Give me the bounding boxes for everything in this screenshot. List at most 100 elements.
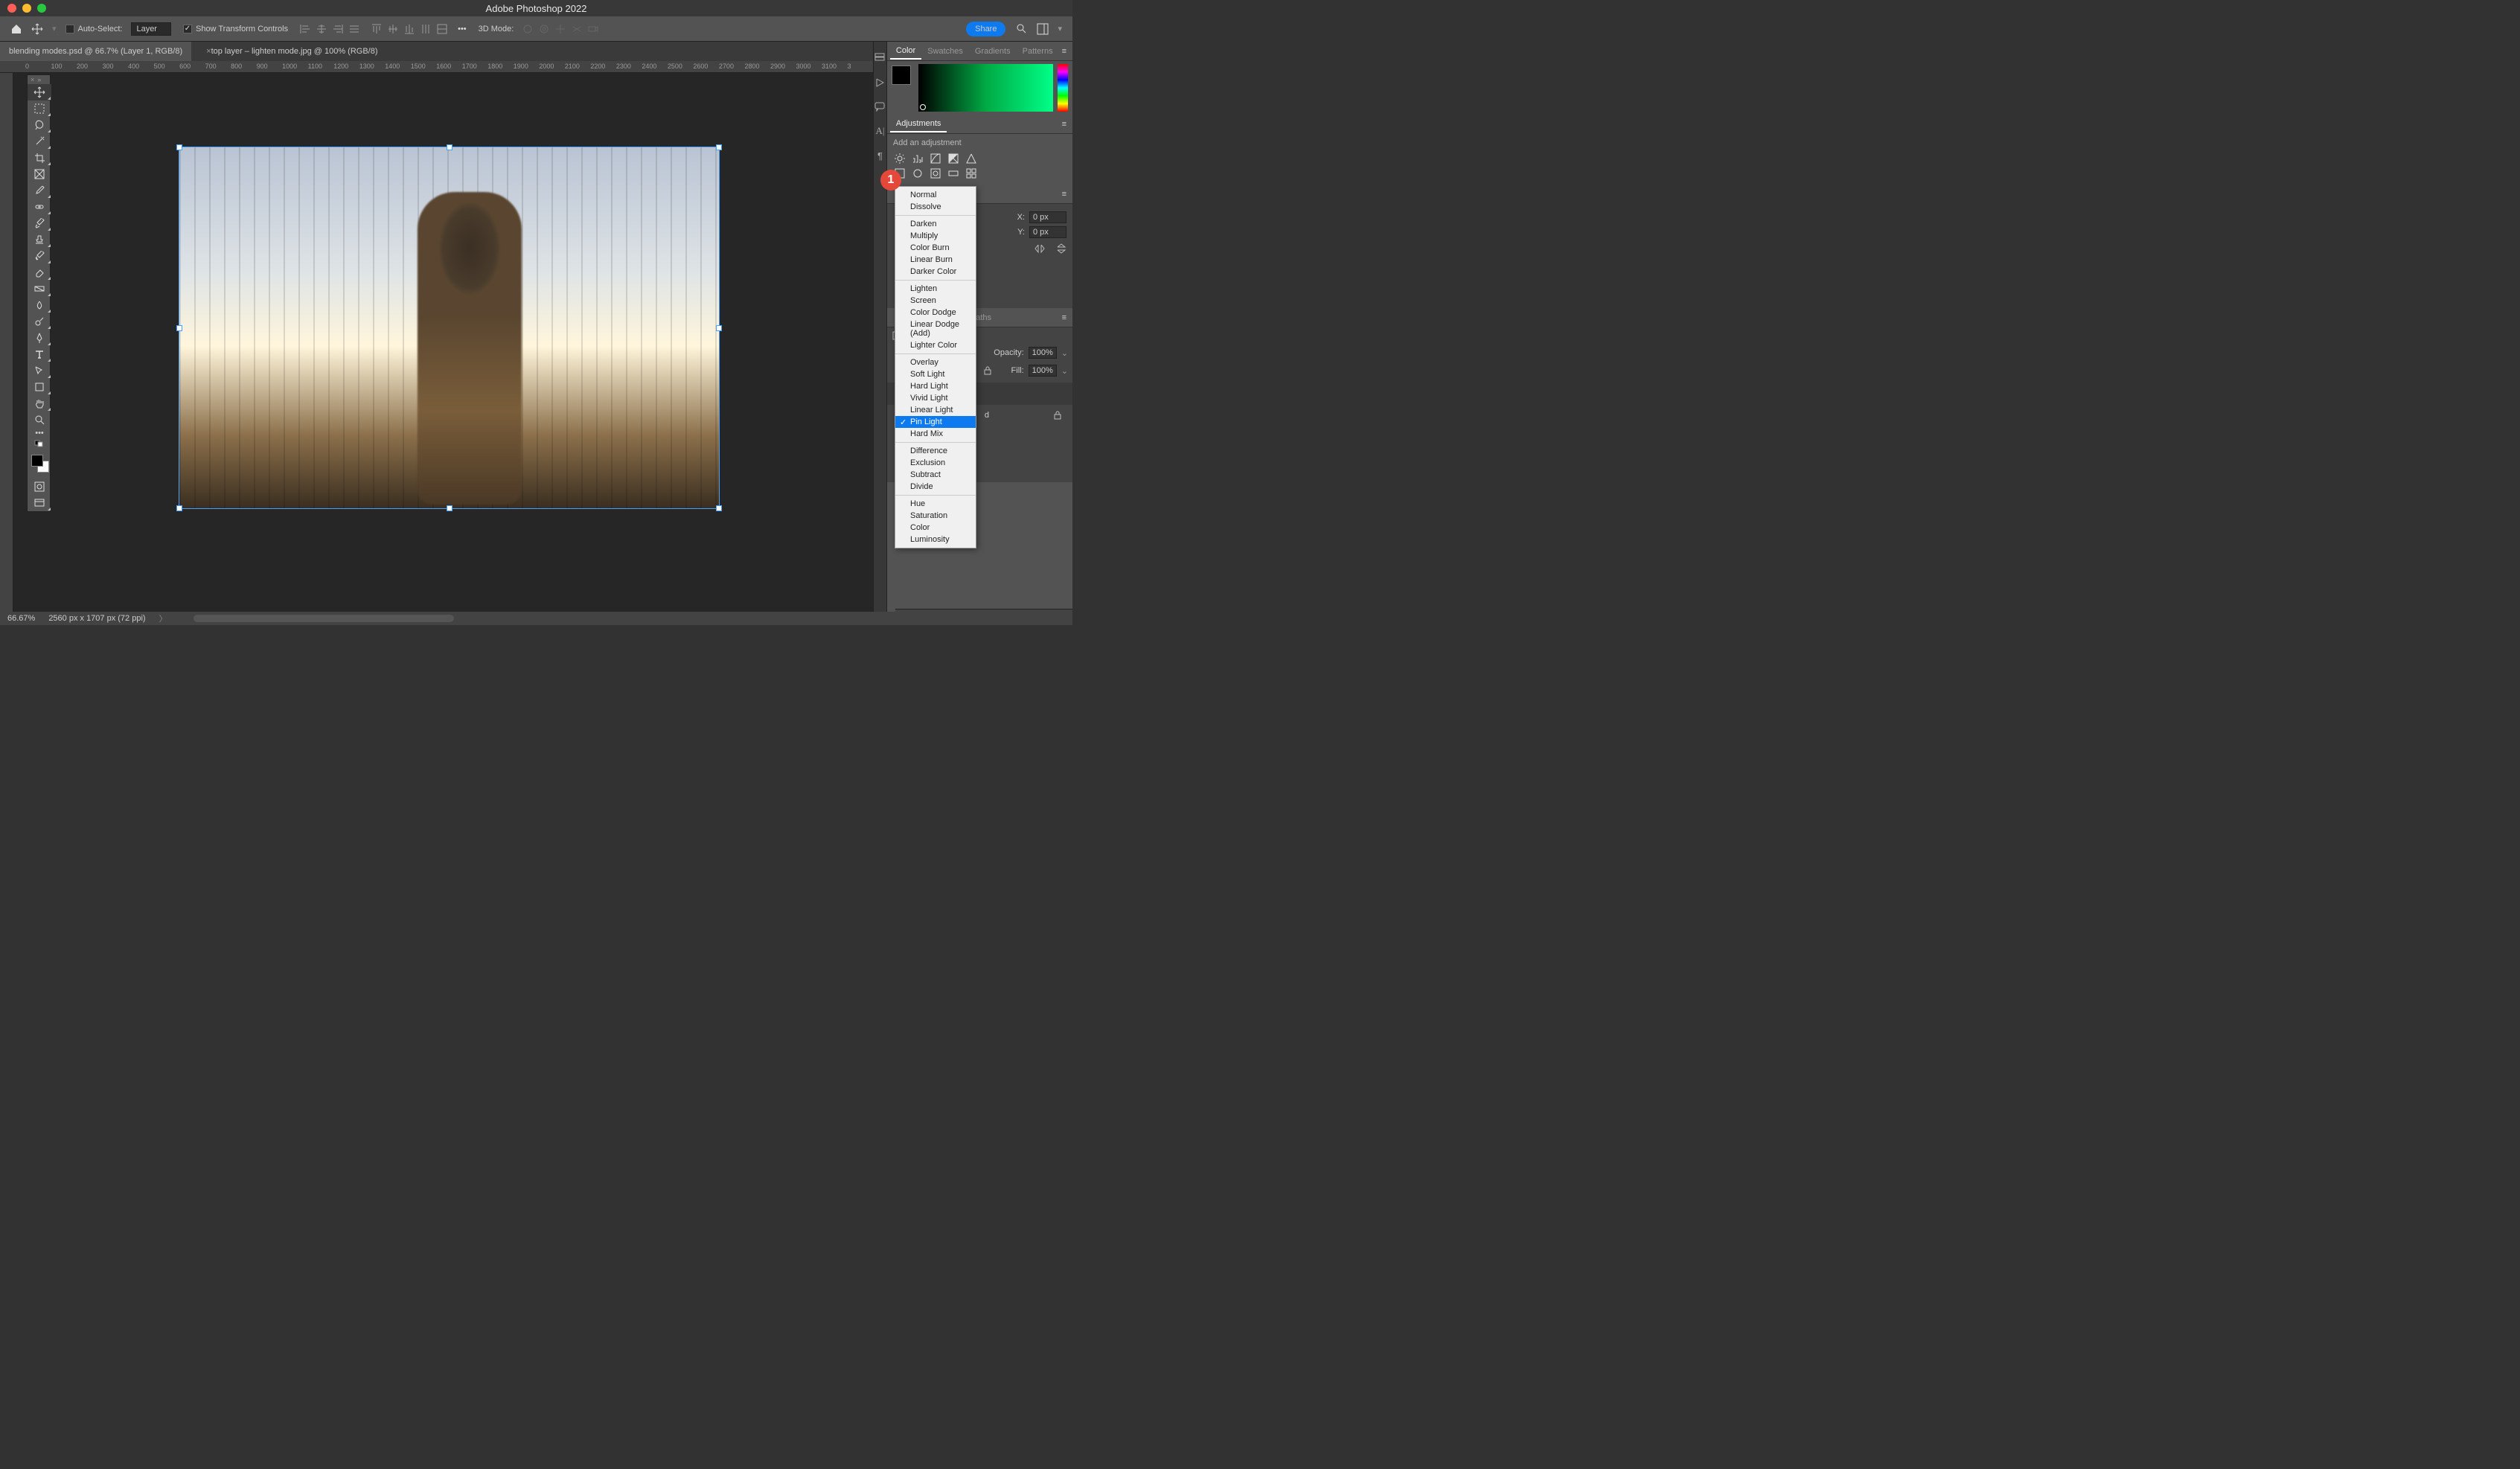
tab-gradients[interactable]: Gradients: [969, 44, 1017, 59]
workspace-icon[interactable]: [1037, 23, 1049, 35]
toolbox-expand-icon[interactable]: »: [37, 76, 41, 83]
lasso-tool[interactable]: [28, 117, 51, 133]
share-button[interactable]: Share: [966, 22, 1005, 36]
minimize-window-button[interactable]: [22, 4, 31, 13]
threshold-icon[interactable]: [929, 167, 942, 180]
blend-item[interactable]: Lighten: [895, 283, 976, 295]
shape-tool[interactable]: [28, 379, 51, 395]
edit-toolbar-icon[interactable]: •••: [28, 428, 51, 438]
align-right-icon[interactable]: [333, 24, 343, 34]
canvas[interactable]: [179, 147, 720, 509]
status-chevron-icon[interactable]: 〉: [159, 612, 167, 624]
tab-adjustments[interactable]: Adjustments: [890, 116, 947, 132]
vibrance-icon[interactable]: [965, 152, 978, 165]
blend-item[interactable]: Dissolve: [895, 201, 976, 213]
hue-slider[interactable]: [1058, 64, 1068, 112]
ruler-vertical[interactable]: [0, 73, 13, 612]
move-tool-icon[interactable]: [31, 23, 43, 35]
tab-patterns[interactable]: Patterns: [1017, 44, 1059, 59]
default-colors-icon[interactable]: [28, 438, 51, 449]
home-button[interactable]: [10, 23, 22, 35]
auto-select-checkbox[interactable]: [65, 25, 74, 33]
panel-menu-icon[interactable]: ≡: [1059, 120, 1069, 129]
blend-item[interactable]: Screen: [895, 295, 976, 307]
zoom-level[interactable]: 66.67%: [7, 614, 35, 623]
paragraph-panel-icon[interactable]: ¶: [877, 150, 883, 161]
horizontal-scrollbar[interactable]: [194, 615, 454, 622]
blend-item[interactable]: Linear Dodge (Add): [895, 319, 976, 339]
document-tab-2[interactable]: ×top layer – lighten mode.jpg @ 100% (RG…: [191, 42, 386, 61]
color-spectrum[interactable]: [918, 64, 1053, 112]
doc-dimensions[interactable]: 2560 px x 1707 px (72 ppi): [48, 614, 145, 623]
blend-item[interactable]: Color Dodge: [895, 307, 976, 319]
blend-item[interactable]: Subtract: [895, 469, 976, 481]
blend-item[interactable]: Darker Color: [895, 266, 976, 278]
blend-item[interactable]: Exclusion: [895, 457, 976, 469]
close-window-button[interactable]: [7, 4, 16, 13]
blend-item[interactable]: Soft Light: [895, 368, 976, 380]
crop-tool[interactable]: [28, 150, 51, 166]
hand-tool[interactable]: [28, 395, 51, 412]
fill-input[interactable]: 100%: [1029, 365, 1057, 377]
blend-item[interactable]: Overlay: [895, 356, 976, 368]
brightness-icon[interactable]: [893, 152, 906, 165]
blend-item[interactable]: Darken: [895, 218, 976, 230]
ruler-horizontal[interactable]: 0100200300400500600700800900100011001200…: [0, 61, 873, 73]
blend-item[interactable]: Normal: [895, 189, 976, 201]
flip-v-icon[interactable]: [1056, 243, 1066, 255]
blend-item[interactable]: Hard Light: [895, 380, 976, 392]
align-center-icon[interactable]: [316, 24, 327, 34]
posterize-icon[interactable]: [911, 167, 924, 180]
blend-item[interactable]: Hard Mix: [895, 428, 976, 440]
flip-h-icon[interactable]: [1034, 243, 1046, 254]
auto-select-dropdown[interactable]: Layer: [131, 22, 171, 36]
maximize-window-button[interactable]: [37, 4, 46, 13]
blend-item[interactable]: Difference: [895, 445, 976, 457]
character-panel-icon[interactable]: A|: [875, 125, 884, 137]
align-top-icon[interactable]: [371, 24, 382, 34]
blur-tool[interactable]: [28, 297, 51, 313]
align-to-icon[interactable]: [437, 24, 447, 34]
heal-tool[interactable]: [28, 199, 51, 215]
blend-item[interactable]: Linear Light: [895, 404, 976, 416]
blend-item[interactable]: Lighter Color: [895, 339, 976, 351]
blend-item[interactable]: Color: [895, 522, 976, 534]
gradient-tool[interactable]: [28, 281, 51, 297]
show-transform-checkbox[interactable]: [183, 25, 192, 33]
blend-item[interactable]: Vivid Light: [895, 392, 976, 404]
blend-item[interactable]: Multiply: [895, 230, 976, 242]
align-bottom-icon[interactable]: [404, 24, 415, 34]
y-input[interactable]: 0 px: [1029, 226, 1066, 238]
quick-mask-icon[interactable]: [28, 479, 51, 495]
eraser-tool[interactable]: [28, 264, 51, 281]
blend-item[interactable]: Color Burn: [895, 242, 976, 254]
actions-panel-icon[interactable]: [874, 77, 885, 88]
move-tool[interactable]: [28, 84, 51, 100]
curves-icon[interactable]: [929, 152, 942, 165]
panel-menu-icon[interactable]: ≡: [1059, 47, 1069, 56]
stamp-tool[interactable]: [28, 231, 51, 248]
panel-menu-icon[interactable]: ≡: [1059, 313, 1069, 322]
eyedropper-tool[interactable]: [28, 182, 51, 199]
pen-tool[interactable]: [28, 330, 51, 346]
gradient-map-icon[interactable]: [947, 167, 960, 180]
type-tool[interactable]: [28, 346, 51, 362]
blend-item[interactable]: Hue: [895, 498, 976, 510]
blend-mode-dropdown[interactable]: Normal Dissolve Darken Multiply Color Bu…: [895, 186, 976, 548]
path-select-tool[interactable]: [28, 362, 51, 379]
history-panel-icon[interactable]: [874, 52, 886, 64]
toolbox-close-icon[interactable]: ×: [31, 76, 34, 83]
blend-item-selected[interactable]: Pin Light: [895, 416, 976, 428]
color-swatches[interactable]: [28, 452, 51, 479]
history-brush-tool[interactable]: [28, 248, 51, 264]
distribute-v-icon[interactable]: [420, 24, 431, 34]
lock-icon[interactable]: [983, 366, 992, 375]
document-tab-1[interactable]: blending modes.psd @ 66.7% (Layer 1, RGB…: [0, 42, 191, 61]
opacity-input[interactable]: 100%: [1029, 347, 1057, 359]
distribute-icon[interactable]: [349, 24, 359, 34]
frame-tool[interactable]: [28, 166, 51, 182]
brush-tool[interactable]: [28, 215, 51, 231]
exposure-icon[interactable]: [947, 152, 960, 165]
zoom-tool[interactable]: [28, 412, 51, 428]
foreground-color[interactable]: [892, 65, 911, 85]
